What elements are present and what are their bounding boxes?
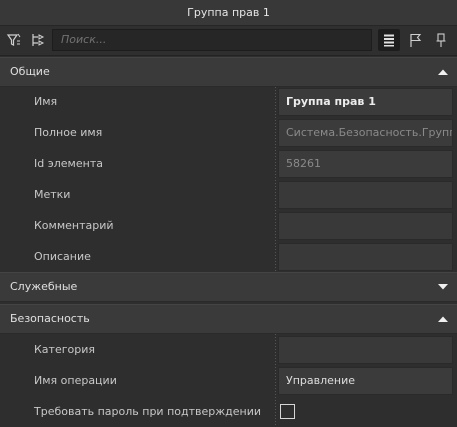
pin-icon bbox=[436, 33, 446, 47]
section-general-header[interactable]: Общие bbox=[0, 57, 457, 87]
property-row-description: Описание bbox=[0, 241, 457, 272]
section-security-label: Безопасность bbox=[10, 312, 90, 325]
description-field[interactable] bbox=[278, 243, 453, 271]
section-general-label: Общие bbox=[10, 65, 50, 78]
list-view-icon bbox=[384, 34, 394, 47]
flag-icon bbox=[410, 33, 422, 47]
list-view-button[interactable] bbox=[378, 29, 400, 51]
property-row-operation-name: Имя операции Управление bbox=[0, 365, 457, 396]
expand-collapse-icon bbox=[32, 34, 45, 46]
toolbar: Поиск... bbox=[0, 26, 457, 56]
property-label: Id элемента bbox=[34, 157, 103, 170]
chevron-up-icon[interactable] bbox=[437, 305, 449, 333]
search-input[interactable]: Поиск... bbox=[52, 29, 372, 51]
property-row-require-password: Требовать пароль при подтверждении bbox=[0, 396, 457, 427]
tags-field[interactable] bbox=[278, 181, 453, 209]
expand-collapse-button[interactable] bbox=[27, 29, 49, 51]
comment-field[interactable] bbox=[278, 212, 453, 240]
property-row-full-name: Полное имя Система.Безопасность.Группы bbox=[0, 117, 457, 148]
window-title: Группа прав 1 bbox=[0, 0, 457, 26]
property-row-name: Имя Группа прав 1 bbox=[0, 86, 457, 117]
flag-button[interactable] bbox=[404, 29, 426, 51]
filter-button[interactable] bbox=[3, 29, 25, 51]
property-row-tags: Метки bbox=[0, 179, 457, 210]
chevron-down-icon[interactable] bbox=[437, 273, 449, 301]
full-name-field[interactable]: Система.Безопасность.Группы bbox=[278, 119, 453, 147]
property-row-category: Категория bbox=[0, 334, 457, 365]
property-label: Имя операции bbox=[34, 374, 117, 387]
operation-name-field[interactable]: Управление bbox=[278, 367, 453, 395]
id-field[interactable]: 58261 bbox=[278, 150, 453, 178]
property-label: Метки bbox=[34, 188, 71, 201]
property-label: Имя bbox=[34, 95, 58, 108]
property-label: Требовать пароль при подтверждении bbox=[34, 405, 262, 418]
section-service-header[interactable]: Служебные bbox=[0, 272, 457, 302]
section-service-label: Служебные bbox=[10, 280, 78, 293]
property-row-comment: Комментарий bbox=[0, 210, 457, 241]
category-field[interactable] bbox=[278, 336, 453, 364]
property-label: Описание bbox=[34, 250, 91, 263]
property-label: Полное имя bbox=[34, 126, 103, 139]
filter-icon bbox=[6, 33, 21, 46]
name-field[interactable]: Группа прав 1 bbox=[278, 88, 453, 116]
pin-button[interactable] bbox=[430, 29, 452, 51]
section-security-header[interactable]: Безопасность bbox=[0, 304, 457, 334]
property-row-id: Id элемента 58261 bbox=[0, 148, 457, 179]
property-label: Категория bbox=[34, 343, 95, 356]
chevron-up-icon[interactable] bbox=[437, 58, 449, 86]
require-password-checkbox[interactable] bbox=[280, 404, 295, 419]
property-label: Комментарий bbox=[34, 219, 114, 232]
